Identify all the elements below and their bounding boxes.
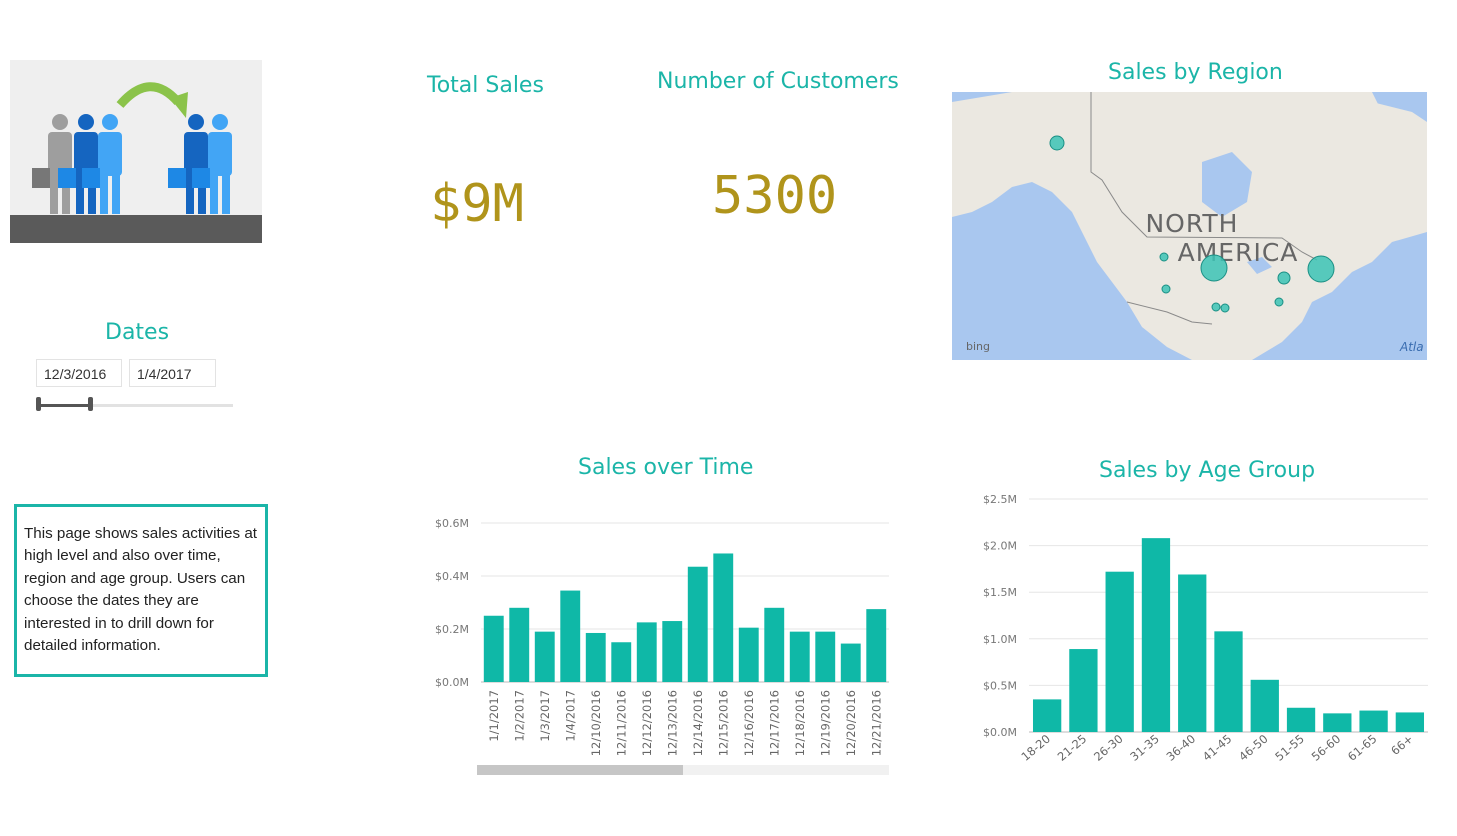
bar	[687, 566, 708, 682]
map-bubble	[1220, 303, 1230, 313]
bar	[1141, 538, 1171, 732]
bar	[1069, 649, 1098, 732]
map-bubble	[1159, 252, 1169, 262]
map-bubble	[1200, 254, 1228, 282]
ocean-label: Atla	[1399, 340, 1424, 354]
bar	[585, 632, 606, 682]
y-tick-label: $0.0M	[435, 676, 469, 689]
x-tick-label: 36-40	[1164, 732, 1199, 764]
bar	[534, 631, 555, 682]
map-bubble	[1277, 271, 1291, 285]
bar	[713, 553, 734, 682]
x-tick-label: 61-65	[1345, 732, 1380, 764]
x-tick-label: 18-20	[1018, 732, 1053, 764]
sales-map[interactable]: NORTH AMERICA bing Atla	[952, 92, 1427, 360]
date-range-slider[interactable]	[36, 397, 233, 411]
bar	[1359, 710, 1388, 732]
bar	[611, 642, 632, 682]
start-date-input[interactable]: 12/3/2016	[36, 359, 122, 387]
y-tick-label: $1.0M	[983, 633, 1017, 646]
dates-title: Dates	[105, 320, 170, 345]
map-bubble	[1161, 284, 1171, 294]
x-tick-label: 1/4/2017	[563, 690, 577, 742]
bar	[1032, 699, 1062, 732]
y-tick-label: $0.5M	[983, 679, 1017, 692]
bar	[509, 607, 530, 682]
x-tick-label: 12/13/2016	[665, 690, 679, 756]
slider-start-handle[interactable]	[36, 397, 41, 411]
map-bubble	[1211, 302, 1221, 312]
bar	[1178, 574, 1207, 732]
people-transfer-icon	[10, 82, 262, 243]
y-tick-label: $0.2M	[435, 623, 469, 636]
bar	[636, 622, 657, 682]
sales-by-age-chart[interactable]: $0.0M $0.5M $1.0M $1.5M $2.0M $2.5M 18-20 21-25…	[960, 485, 1440, 775]
x-tick-label: 1/1/2017	[487, 690, 501, 742]
age-chart-title: Sales by Age Group	[1099, 458, 1316, 483]
bar	[1395, 712, 1425, 732]
bar	[815, 631, 836, 682]
total-sales-value: $9M	[430, 174, 524, 234]
y-tick-label: $0.6M	[435, 517, 469, 530]
map-bubble	[1274, 297, 1284, 307]
x-tick-label: 21-25	[1055, 732, 1090, 764]
y-tick-label: $0.0M	[983, 726, 1017, 739]
sales-over-time-chart[interactable]: $0.0M $0.2M $0.4M $0.6M 1/1/2017 1/2/2017 1/3/…	[420, 505, 900, 785]
y-tick-label: $2.5M	[983, 493, 1017, 506]
customers-label: Number of Customers	[657, 69, 899, 94]
x-tick-label: 66+	[1388, 732, 1416, 758]
map-bubble	[1307, 255, 1335, 283]
y-tick-label: $0.4M	[435, 570, 469, 583]
x-tick-label: 41-45	[1200, 732, 1235, 764]
x-tick-label: 1/3/2017	[538, 690, 552, 742]
y-tick-label: $1.5M	[983, 586, 1017, 599]
bar	[789, 631, 810, 682]
x-tick-label: 12/21/2016	[869, 690, 883, 756]
time-chart-title: Sales over Time	[578, 455, 754, 480]
x-tick-label: 12/19/2016	[818, 690, 832, 756]
x-tick-label: 12/11/2016	[614, 690, 628, 756]
bar	[662, 621, 683, 682]
scrollbar-thumb	[477, 765, 683, 775]
region-label-north: NORTH	[1145, 209, 1238, 238]
bar	[483, 615, 504, 682]
region-label-america: AMERICA	[1178, 238, 1299, 267]
x-tick-label: 51-55	[1272, 732, 1307, 764]
x-tick-label: 12/10/2016	[589, 690, 603, 756]
bar	[1286, 707, 1316, 732]
x-tick-label: 56-60	[1309, 732, 1344, 764]
x-tick-label: 26-30	[1091, 732, 1126, 764]
bar	[764, 607, 785, 682]
x-tick-label: 12/16/2016	[742, 690, 756, 756]
x-tick-label: 12/12/2016	[640, 690, 654, 756]
x-tick-label: 12/17/2016	[767, 690, 781, 756]
customers-value: 5300	[712, 166, 838, 226]
x-tick-label: 12/14/2016	[691, 690, 705, 756]
end-date-input[interactable]: 1/4/2017	[129, 359, 216, 387]
slider-end-handle[interactable]	[88, 397, 93, 411]
x-tick-label: 12/20/2016	[844, 690, 858, 756]
bing-attribution: bing	[966, 340, 990, 353]
bar	[1250, 679, 1279, 732]
slider-selected-range	[38, 404, 92, 407]
bar	[560, 590, 581, 682]
map-canvas: NORTH AMERICA bing Atla	[952, 92, 1427, 360]
x-tick-label: 12/15/2016	[716, 690, 730, 756]
bar	[866, 609, 887, 682]
description-note: This page shows sales activities at high…	[14, 504, 268, 677]
y-tick-label: $2.0M	[983, 540, 1017, 553]
x-tick-label: 31-35	[1127, 732, 1162, 764]
x-tick-label: 1/2/2017	[512, 690, 526, 742]
map-title: Sales by Region	[1108, 60, 1283, 85]
map-bubble	[1049, 135, 1065, 151]
bar	[1214, 631, 1243, 732]
bar	[738, 627, 759, 682]
bar	[1323, 713, 1352, 732]
bar	[840, 643, 861, 682]
x-tick-label: 46-50	[1236, 732, 1271, 764]
x-tick-label: 12/18/2016	[793, 690, 807, 756]
bar	[1105, 571, 1134, 732]
total-sales-label: Total Sales	[427, 73, 544, 98]
logo-illustration	[10, 60, 262, 243]
